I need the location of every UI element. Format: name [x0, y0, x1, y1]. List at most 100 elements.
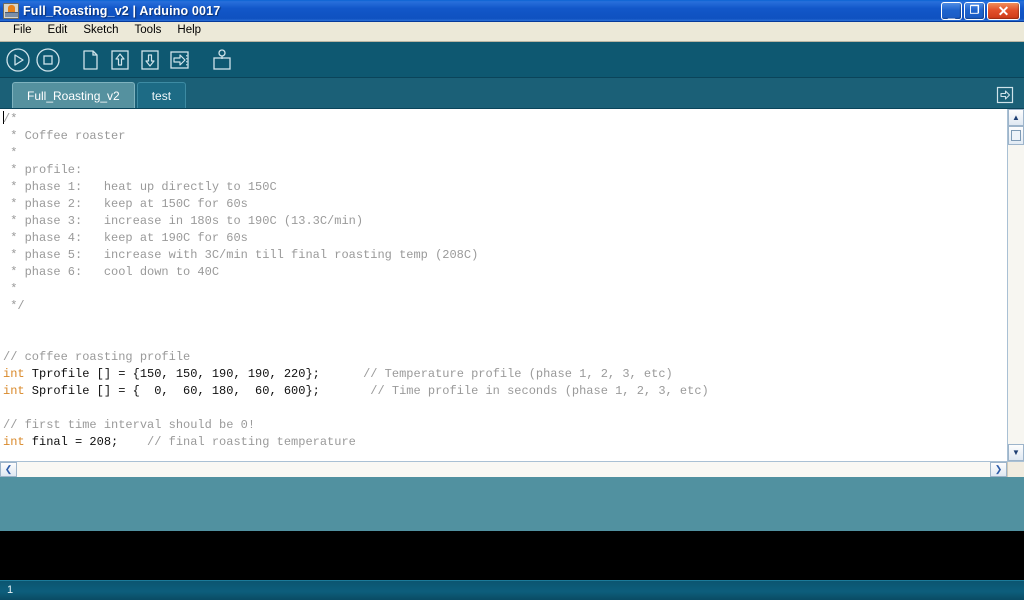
code-line: * [3, 281, 709, 298]
code-line: */ [3, 298, 709, 315]
toolbar-verify[interactable] [4, 46, 32, 74]
open-up-arrow-icon [111, 49, 129, 70]
code-token-cmt: * Coffee roaster [3, 129, 126, 143]
horizontal-scroll-track[interactable] [17, 462, 990, 477]
maximize-button[interactable]: ❐ [964, 1, 985, 20]
message-strip [0, 477, 1024, 531]
code-token-kw: int [3, 384, 25, 398]
code-line: // coffee roasting profile [3, 349, 709, 366]
scroll-right-button[interactable]: ❯ [990, 462, 1007, 477]
scroll-thumb-grip [1011, 130, 1021, 141]
maximize-icon: ❐ [969, 4, 980, 16]
tab-menu-button[interactable] [994, 84, 1016, 106]
tab-menu-arrow-icon [996, 86, 1014, 104]
tab-test[interactable]: test [136, 82, 187, 108]
tab-label: test [151, 88, 172, 103]
line-number-indicator: 1 [7, 584, 14, 596]
menu-bar: File Edit Sketch Tools Help [0, 22, 1024, 42]
code-token-cmt: * phase 3: increase in 180s to 190C (13.… [3, 214, 364, 228]
code-token-cmt: * phase 5: increase with 3C/min till fin… [3, 248, 479, 262]
menu-help[interactable]: Help [169, 23, 209, 40]
code-token-txt: Tprofile [] = {150, 150, 190, 190, 220}; [24, 367, 364, 381]
code-line: * phase 4: keep at 190C for 60s [3, 230, 709, 247]
code-token-cmt: // final roasting temperature [147, 435, 356, 449]
code-line: int final = 208; // final roasting tempe… [3, 434, 709, 451]
scroll-up-button[interactable]: ▲ [1008, 109, 1024, 126]
serial-monitor-icon [213, 48, 231, 70]
code-editor[interactable]: /* * Coffee roaster * * profile: * phase… [0, 109, 1007, 461]
code-line: // first time interval should be 0! [3, 417, 709, 434]
new-page-icon [83, 49, 98, 70]
code-line: /* [3, 111, 709, 128]
minimize-icon: _ [947, 5, 956, 21]
arduino-ide-window: Full_Roasting_v2 | Arduino 0017 _ ❐ ✕ Fi… [0, 0, 1024, 600]
code-line: * phase 2: keep at 150C for 60s [3, 196, 709, 213]
code-content: /* * Coffee roaster * * profile: * phase… [0, 109, 709, 451]
scroll-down-button[interactable]: ▼ [1008, 444, 1024, 461]
code-line: * phase 6: cool down to 40C [3, 264, 709, 281]
code-token-cmt: // coffee roasting profile [3, 350, 191, 364]
toolbar-new[interactable] [76, 46, 104, 74]
toolbar-serial-monitor[interactable] [208, 46, 236, 74]
code-token-cmt: // Temperature profile (phase 1, 2, 3, e… [363, 367, 673, 381]
scrollbar-corner [1007, 462, 1024, 477]
code-token-cmt: * phase 6: cool down to 40C [3, 265, 220, 279]
close-button[interactable]: ✕ [987, 1, 1020, 20]
toolbar-save[interactable] [136, 46, 164, 74]
code-line: * [3, 145, 709, 162]
horizontal-scrollbar[interactable]: ❮ ❯ [0, 461, 1024, 477]
menu-file[interactable]: File [5, 23, 40, 40]
vertical-scroll-thumb[interactable] [1008, 126, 1024, 145]
code-token-txt: final = 208; [24, 435, 148, 449]
menu-sketch[interactable]: Sketch [75, 23, 126, 40]
code-token-cmt: * phase 2: keep at 150C for 60s [3, 197, 248, 211]
scroll-left-button[interactable]: ❮ [0, 462, 17, 477]
toolbar-upload[interactable] [166, 46, 194, 74]
code-token-kw: int [3, 435, 25, 449]
code-token-cmt: */ [3, 299, 25, 313]
code-token-cmt: /* [3, 112, 18, 126]
menu-edit[interactable]: Edit [40, 23, 76, 40]
code-line: int Tprofile [] = {150, 150, 190, 190, 2… [3, 366, 709, 383]
stop-square-icon [36, 47, 60, 72]
window-title: Full_Roasting_v2 | Arduino 0017 [23, 3, 221, 18]
tab-label: Full_Roasting_v2 [27, 88, 120, 103]
code-token-cmt: * [3, 146, 18, 160]
code-token-cmt: * phase 4: keep at 190C for 60s [3, 231, 248, 245]
console-output [0, 531, 1024, 580]
toolbar-separator-1 [64, 46, 76, 74]
code-line: * phase 3: increase in 180s to 190C (13.… [3, 213, 709, 230]
vertical-scroll-track[interactable] [1008, 126, 1024, 444]
code-line: * phase 1: heat up directly to 150C [3, 179, 709, 196]
code-token-txt: Sprofile [] = { 0, 60, 180, 60, 600}; [24, 384, 371, 398]
toolbar [0, 42, 1024, 78]
code-token-cmt: // first time interval should be 0! [3, 418, 256, 432]
tab-bar: Full_Roasting_v2 test [0, 78, 1024, 108]
minimize-button[interactable]: _ [941, 1, 962, 21]
vertical-scrollbar[interactable]: ▲ ▼ [1007, 109, 1024, 461]
title-bar: Full_Roasting_v2 | Arduino 0017 _ ❐ ✕ [0, 0, 1024, 22]
code-line: * Coffee roaster [3, 128, 709, 145]
menu-tools[interactable]: Tools [127, 23, 170, 40]
code-token-cmt: * [3, 282, 18, 296]
code-line: int Sprofile [] = { 0, 60, 180, 60, 600}… [3, 383, 709, 400]
toolbar-stop[interactable] [34, 46, 62, 74]
arduino-app-icon [3, 2, 19, 19]
upload-right-arrow-icon [170, 50, 189, 69]
code-line: * phase 5: increase with 3C/min till fin… [3, 247, 709, 264]
verify-play-icon [6, 47, 30, 72]
code-token-cmt: * profile: [3, 163, 83, 177]
close-icon: ✕ [997, 2, 1010, 19]
editor-area: /* * Coffee roaster * * profile: * phase… [0, 108, 1024, 461]
code-token-cmt: * phase 1: heat up directly to 150C [3, 180, 277, 194]
toolbar-open[interactable] [106, 46, 134, 74]
status-bar: 1 [0, 580, 1024, 600]
toolbar-separator-2 [196, 46, 208, 74]
save-down-arrow-icon [141, 49, 159, 70]
tab-full-roasting-v2[interactable]: Full_Roasting_v2 [12, 82, 135, 108]
code-line: * profile: [3, 162, 709, 179]
window-controls: _ ❐ ✕ [941, 1, 1022, 21]
